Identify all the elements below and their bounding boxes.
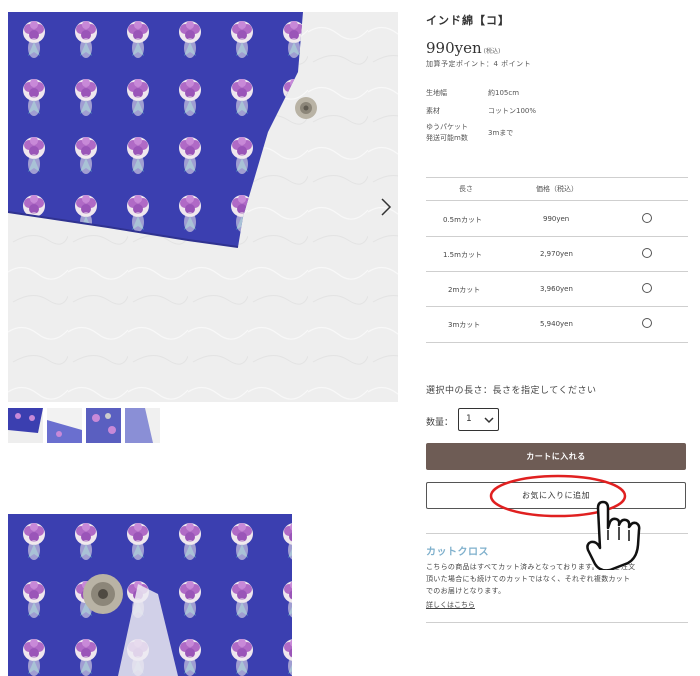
spec-label: 生地幅 [426,89,447,97]
row-length: 3mカット [448,321,481,329]
row-price: 3,960yen [540,285,573,293]
price: 990yen [426,39,482,57]
table-divider [426,271,688,272]
table-divider [426,236,688,237]
length-radio-0-5m[interactable] [642,213,652,223]
section-divider [426,622,688,623]
add-to-favorites-button[interactable]: お気に入りに追加 [426,482,686,509]
pointing-hand-icon [586,500,641,570]
quantity-label: 数量： [426,418,454,428]
cut-cloth-description: こちらの商品はすべてカット済みとなっております。複数ご注文頂いた場合にも続けての… [426,563,636,595]
row-price: 5,940yen [540,320,573,328]
price-row: 990yen (税込) [426,38,500,57]
length-radio-3m[interactable] [642,318,652,328]
product-main-image [8,12,398,402]
next-image-button[interactable] [378,196,394,218]
add-to-cart-button[interactable]: カートに入れる [426,443,686,470]
section-divider [426,533,688,534]
thumbnail-4[interactable] [125,408,160,443]
row-length: 0.5mカット [443,216,482,224]
header-length: 長さ [459,185,473,193]
row-price: 990yen [543,215,570,223]
points-note: 加算予定ポイント：4 ポイント [426,60,532,68]
thumbnail-strip [8,408,160,443]
spec-value: 約105cm [488,89,520,97]
thumbnail-3[interactable] [86,408,121,443]
spec-label: ゆうパケット 発送可能m数 [426,123,468,142]
spec-value: コットン100% [488,107,537,115]
thumbnail-2[interactable] [47,408,82,443]
table-divider [426,306,688,307]
selected-length-text: 選択中の長さ：長さを指定してください [426,386,597,396]
product-title: インド綿【コ】 [426,14,510,27]
cut-cloth-details-link[interactable]: 詳しくはこちら [426,600,475,610]
tax-note: (税込) [483,48,501,55]
chevron-right-icon [381,198,392,216]
thumbnail-1[interactable] [8,408,43,443]
row-length: 1.5mカット [443,251,482,259]
quantity-value: 1 [466,414,472,424]
spec-label: 素材 [426,107,440,115]
table-divider [426,200,688,201]
length-radio-1-5m[interactable] [642,248,652,258]
length-radio-2m[interactable] [642,283,652,293]
table-divider [426,342,688,343]
table-divider [426,177,688,178]
header-price: 価格（税込） [536,185,578,193]
cut-cloth-title: カットクロス [426,547,489,558]
row-length: 2mカット [448,286,481,294]
chevron-down-icon [484,417,494,424]
quantity-select[interactable]: 1 [458,408,499,431]
row-price: 2,970yen [540,250,573,258]
product-detail-image [8,514,292,676]
spec-value: 3mまで [488,129,514,137]
